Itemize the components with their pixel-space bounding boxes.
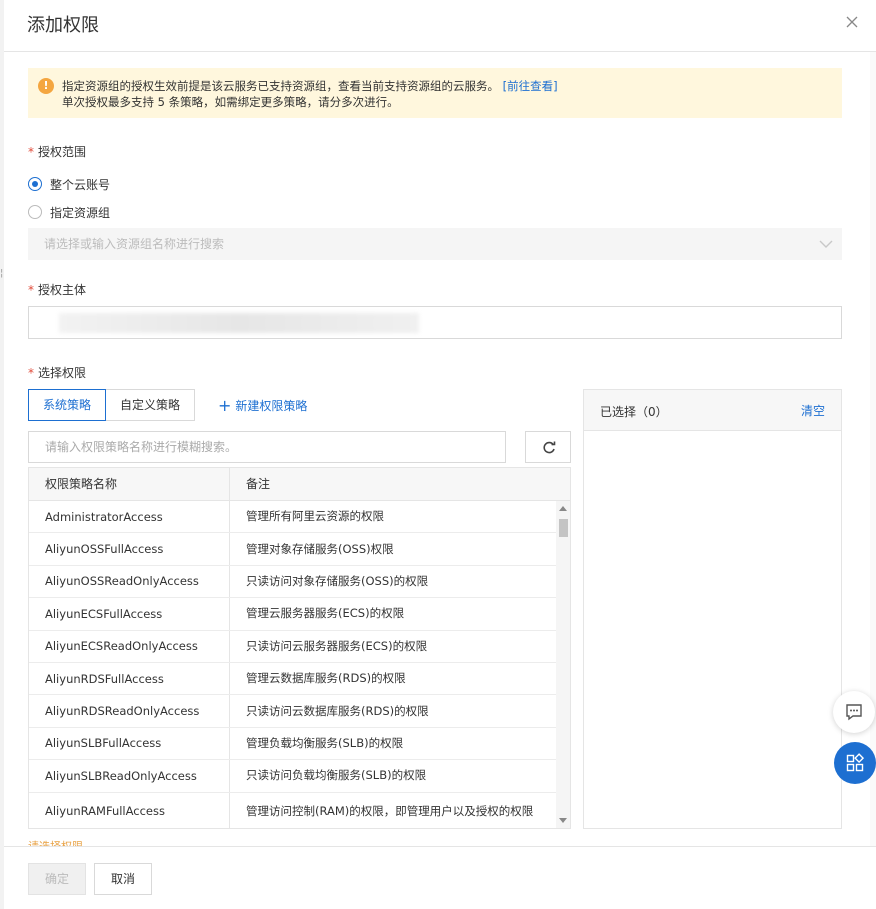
refresh-icon [543, 441, 556, 454]
principal-label-text: 授权主体 [38, 283, 87, 297]
dialog-title: 添加权限 [27, 15, 99, 36]
column-header-remark: 备注 [246, 477, 271, 491]
floating-apps-button[interactable] [834, 742, 876, 784]
clear-selection-button[interactable]: 清空 [801, 402, 825, 419]
policy-name-cell: AliyunOSSReadOnlyAccess [29, 565, 230, 598]
policy-name-cell: AliyunOSSFullAccess [29, 533, 230, 565]
radio-resource-group-label: 指定资源组 [50, 205, 111, 220]
notice-text-1: 指定资源组的授权生效前提是该云服务已支持资源组，查看当前支持资源组的云服务。 [62, 79, 499, 93]
floating-chat-button[interactable] [833, 691, 875, 733]
table-row[interactable]: AdministratorAccess 管理所有阿里云资源的权限 [29, 501, 556, 534]
table-row[interactable]: AliyunSLBFullAccess 管理负载均衡服务(SLB)的权限 [29, 727, 556, 761]
table-row[interactable]: AliyunSLBReadOnlyAccess 只读访问负载均衡服务(SLB)的… [29, 760, 556, 793]
policy-name-cell: AliyunRDSReadOnlyAccess [29, 695, 230, 727]
close-button[interactable] [842, 12, 862, 32]
policy-name-cell: AliyunRAMFullAccess [29, 792, 230, 828]
policy-name-cell: AliyunSLBFullAccess [29, 727, 230, 760]
table-row[interactable]: AliyunRDSFullAccess 管理云数据库服务(RDS)的权限 [29, 662, 556, 696]
tab-system-policy[interactable]: 系统策略 [28, 389, 107, 421]
scope-label: * 授权范围 [28, 143, 86, 160]
policy-name-cell: AliyunECSReadOnlyAccess [29, 630, 230, 662]
resource-group-placeholder: 请选择或输入资源组名称进行搜索 [44, 237, 225, 251]
refresh-button[interactable] [525, 431, 571, 463]
table-scrollbar[interactable] [556, 501, 570, 828]
table-row[interactable]: AliyunRDSReadOnlyAccess 只读访问云数据库服务(RDS)的… [29, 695, 556, 728]
scroll-up-arrow-icon[interactable] [559, 506, 567, 511]
warning-icon: ! [38, 78, 54, 94]
policy-remark-cell: 只读访问云数据库服务(RDS)的权限 [246, 703, 429, 718]
left-edge-mark: ¦ [0, 268, 4, 279]
selected-panel-header: 已选择（0） 清空 [584, 390, 841, 431]
policy-name-cell: AliyunECSFullAccess [29, 598, 230, 630]
policy-name-cell: AliyunRDSFullAccess [29, 662, 230, 695]
policy-remark-cell: 只读访问对象存储服务(OSS)的权限 [246, 573, 429, 588]
confirm-button[interactable]: 确定 [28, 863, 86, 895]
table-header: 权限策略名称 备注 [29, 468, 570, 501]
required-mark: * [28, 145, 34, 159]
policy-remark-cell: 管理负载均衡服务(SLB)的权限 [246, 735, 404, 750]
permissions-label-text: 选择权限 [38, 366, 87, 380]
selected-policies-panel: 已选择（0） 清空 [583, 389, 842, 829]
new-policy-label: 新建权限策略 [235, 399, 308, 413]
radio-resource-group[interactable]: 指定资源组 [28, 204, 110, 220]
principal-label: * 授权主体 [28, 281, 86, 298]
dialog-header: 添加权限 [4, 0, 876, 52]
chat-icon [846, 704, 862, 721]
policy-remark-cell: 管理云数据库服务(RDS)的权限 [246, 671, 406, 686]
blurred-principal-value [59, 313, 419, 333]
notice-banner: ! 指定资源组的授权生效前提是该云服务已支持资源组，查看当前支持资源组的云服务。… [28, 68, 842, 118]
scrollbar-thumb[interactable] [559, 519, 568, 537]
policy-remark-cell: 只读访问负载均衡服务(SLB)的权限 [246, 768, 427, 783]
new-policy-button[interactable]: + 新建权限策略 [218, 397, 307, 414]
close-icon [846, 16, 858, 28]
radio-whole-account-label: 整个云账号 [50, 177, 111, 192]
policy-remark-cell: 管理对象存储服务(OSS)权限 [246, 541, 394, 556]
policy-name-cell: AdministratorAccess [29, 501, 230, 533]
table-body: AdministratorAccess 管理所有阿里云资源的权限 AliyunO… [29, 501, 556, 828]
plus-icon: + [218, 395, 232, 415]
scroll-down-arrow-icon[interactable] [559, 818, 567, 823]
apps-grid-icon [846, 753, 865, 772]
column-header-policy-name: 权限策略名称 [29, 468, 230, 500]
policy-table: 权限策略名称 备注 AdministratorAccess 管理所有阿里云资源的… [28, 467, 571, 829]
radio-whole-account[interactable]: 整个云账号 [28, 176, 110, 192]
cancel-button[interactable]: 取消 [94, 863, 152, 895]
policy-name-cell: AliyunSLBReadOnlyAccess [29, 760, 230, 792]
required-mark: * [28, 283, 34, 297]
policy-remark-cell: 只读访问云服务器服务(ECS)的权限 [246, 638, 428, 653]
policy-search-input[interactable] [28, 431, 506, 463]
table-row[interactable]: AliyunECSReadOnlyAccess 只读访问云服务器服务(ECS)的… [29, 630, 556, 663]
chevron-down-icon [819, 240, 833, 248]
table-row[interactable]: AliyunECSFullAccess 管理云服务器服务(ECS)的权限 [29, 598, 556, 631]
view-supported-services-link[interactable]: [前往查看] [503, 79, 558, 93]
resource-group-select: 请选择或输入资源组名称进行搜索 [28, 228, 842, 260]
notice-line-2: 单次授权最多支持 5 条策略，如需绑定更多策略，请分多次进行。 [62, 95, 399, 109]
dialog-footer: 确定 取消 [4, 846, 876, 909]
dialog-scrollbar[interactable] [870, 52, 876, 846]
radio-checked-icon [28, 177, 42, 191]
policy-remark-cell: 管理所有阿里云资源的权限 [246, 509, 384, 524]
permissions-label: * 选择权限 [28, 364, 86, 381]
principal-input[interactable] [28, 306, 842, 339]
policy-remark-cell: 管理云服务器服务(ECS)的权限 [246, 606, 405, 621]
table-row[interactable]: AliyunRAMFullAccess 管理访问控制(RAM)的权限，即管理用户… [29, 792, 556, 828]
scope-label-text: 授权范围 [38, 145, 87, 159]
policy-tabs: 系统策略 自定义策略 [28, 389, 196, 421]
permissions-required-hint: 请选择权限 [28, 838, 83, 846]
policy-remark-cell: 管理访问控制(RAM)的权限，即管理用户以及授权的权限 [246, 803, 534, 818]
notice-line-1: 指定资源组的授权生效前提是该云服务已支持资源组，查看当前支持资源组的云服务。 [… [62, 78, 830, 94]
selected-count-label: 已选择（0） [600, 405, 668, 419]
table-row[interactable]: AliyunOSSFullAccess 管理对象存储服务(OSS)权限 [29, 533, 556, 566]
required-mark: * [28, 366, 34, 380]
tab-custom-policy[interactable]: 自定义策略 [106, 389, 196, 421]
table-row[interactable]: AliyunOSSReadOnlyAccess 只读访问对象存储服务(OSS)的… [29, 565, 556, 599]
radio-unchecked-icon [28, 205, 42, 219]
dialog-body[interactable]: ! 指定资源组的授权生效前提是该云服务已支持资源组，查看当前支持资源组的云服务。… [4, 52, 870, 846]
